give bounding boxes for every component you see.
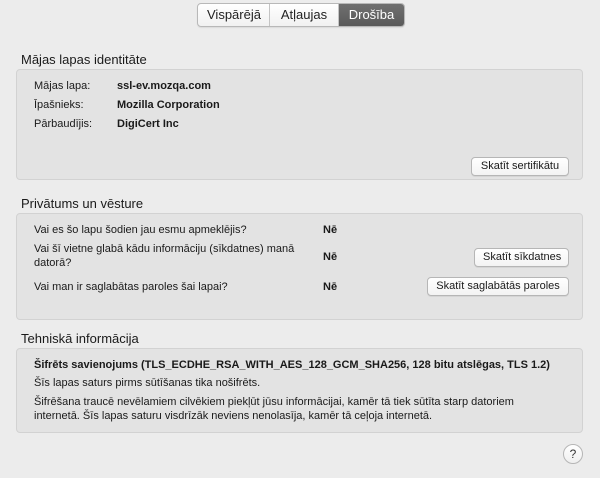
- page-info-window: Vispārējā Atļaujas Drošība Mājas lapas i…: [0, 0, 600, 478]
- tab-security[interactable]: Drošība: [339, 4, 404, 26]
- verifier-value: DigiCert Inc: [117, 118, 179, 130]
- passwords-question: Vai man ir saglabātas paroles šai lapai?: [34, 281, 228, 293]
- technical-section-title: Tehniskā informācija: [21, 331, 139, 346]
- identity-section-title: Mājas lapas identitāte: [21, 52, 147, 67]
- tab-bar: Vispārējā Atļaujas Drošība: [197, 3, 405, 27]
- identity-panel: Mājas lapa: ssl-ev.mozqa.com Īpašnieks: …: [16, 69, 583, 180]
- view-saved-passwords-button[interactable]: Skatīt saglabātās paroles: [427, 277, 569, 296]
- visited-question: Vai es šo lapu šodien jau esmu apmeklēji…: [34, 224, 247, 236]
- view-cookies-button[interactable]: Skatīt sīkdatnes: [474, 248, 569, 267]
- encryption-explanation-line2: internetā. Šīs lapas saturu visdrīzāk ne…: [34, 410, 433, 422]
- view-certificate-button[interactable]: Skatīt sertifikātu: [471, 157, 569, 176]
- visited-answer: Nē: [323, 224, 338, 236]
- website-label: Mājas lapa:: [34, 80, 91, 92]
- privacy-panel: Vai es šo lapu šodien jau esmu apmeklēji…: [16, 213, 583, 320]
- website-value: ssl-ev.mozqa.com: [117, 80, 211, 92]
- tab-general[interactable]: Vispārējā: [198, 4, 270, 26]
- cookies-question-line2: datorā?: [34, 257, 72, 269]
- encryption-summary: Šifrēts savienojums (TLS_ECDHE_RSA_WITH_…: [34, 359, 550, 371]
- privacy-section-title: Privātums un vēsture: [21, 196, 144, 211]
- owner-value: Mozilla Corporation: [117, 99, 220, 111]
- cookies-question-line1: Vai šī vietne glabā kādu informāciju (sī…: [34, 243, 295, 255]
- cookies-answer: Nē: [323, 251, 338, 263]
- owner-label: Īpašnieks:: [34, 99, 84, 111]
- verifier-label: Pārbaudījis:: [34, 118, 93, 130]
- tab-permissions[interactable]: Atļaujas: [270, 4, 339, 26]
- help-button[interactable]: ?: [563, 444, 583, 464]
- encryption-status: Šīs lapas saturs pirms sūtīšanas tika no…: [34, 377, 261, 389]
- passwords-answer: Nē: [323, 281, 338, 293]
- technical-panel: Šifrēts savienojums (TLS_ECDHE_RSA_WITH_…: [16, 348, 583, 433]
- encryption-explanation-line1: Šifrēšana traucē nevēlamiem cilvēkiem pi…: [34, 396, 514, 408]
